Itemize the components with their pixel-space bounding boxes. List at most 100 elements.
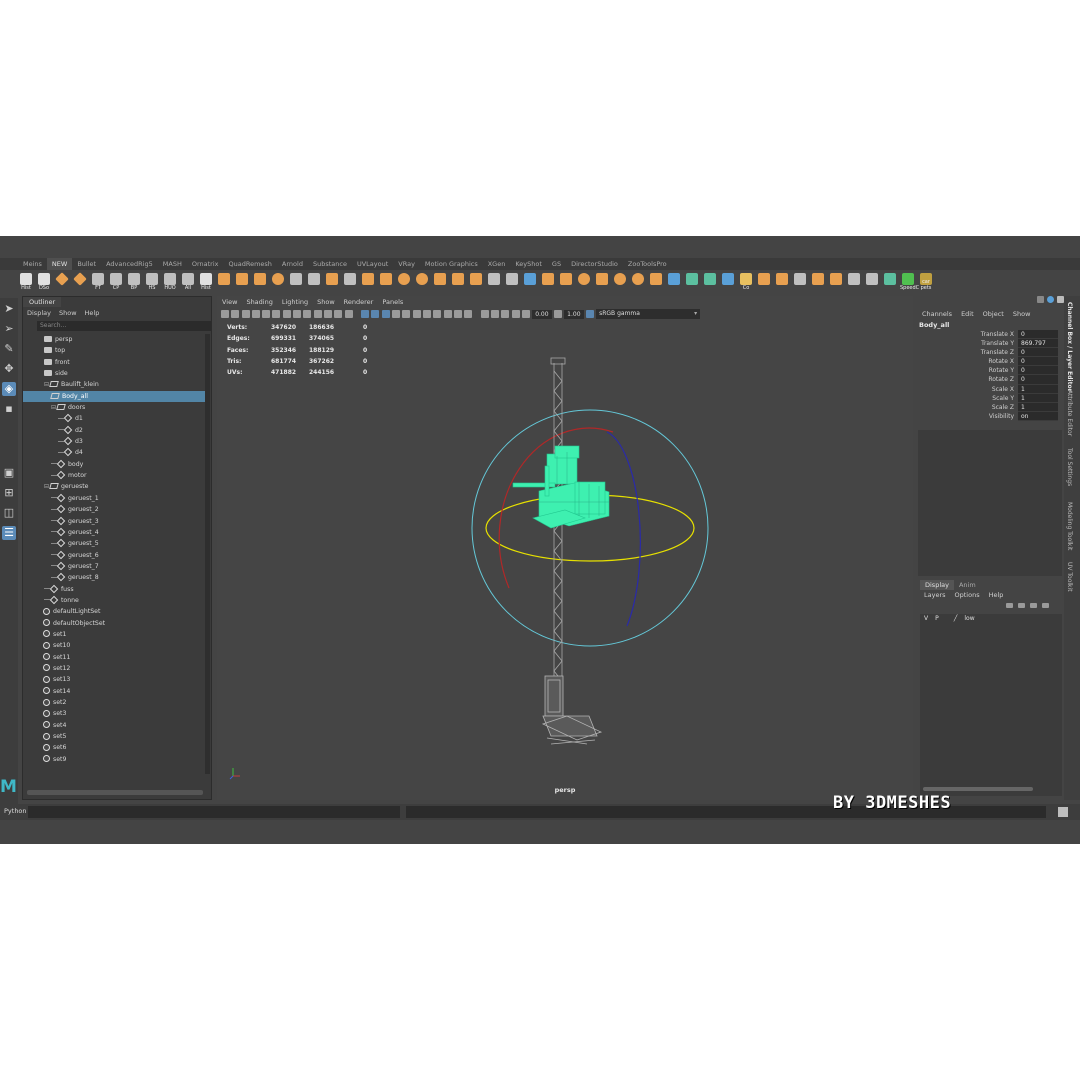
outliner-vertical-scrollbar[interactable] [205,334,210,774]
outliner-item-persp[interactable]: persp [23,334,205,345]
outliner-item-set2[interactable]: set2 [23,697,205,708]
scale-tool-icon[interactable]: ▪ [2,402,16,416]
cube-icon[interactable] [792,272,808,290]
tag-icon[interactable] [846,272,862,290]
shelf-tab-xgen[interactable]: XGen [483,258,511,270]
outliner-item-geruest_1[interactable]: geruest_1 [23,493,205,504]
cube-icon[interactable] [594,272,610,290]
layer-menu-help[interactable]: Help [989,591,1004,599]
shelf-tab-zootoolspro[interactable]: ZooToolsPro [623,258,672,270]
channel-value-field[interactable]: 0 [1018,330,1058,340]
channel-value-field[interactable]: on [1018,411,1058,421]
outliner-item-baulift_klein[interactable]: ⊟ Baulift_klein [23,379,205,390]
outliner-item-set1[interactable]: set1 [23,629,205,640]
cylinder-icon[interactable] [630,272,646,290]
outliner-menu-show[interactable]: Show [59,308,77,319]
layer-name[interactable]: low [964,614,974,624]
new-layer-selected-icon[interactable] [1042,603,1049,608]
bridge-icon[interactable] [360,272,376,290]
shelf-tab-gs[interactable]: GS [547,258,566,270]
co-icon[interactable]: Co [738,272,754,291]
grid-icon[interactable] [288,272,304,290]
layer-list-scrollbar[interactable] [923,787,1033,791]
sphere-icon[interactable] [414,272,430,290]
side-tab-channel-box-layer-editor[interactable]: Channel Box / Layer Editor [1066,302,1073,392]
channel-box-menu-channels[interactable]: Channels [922,310,952,318]
cylinder-icon[interactable] [576,272,592,290]
side-tab-modeling-toolkit[interactable]: Modeling Toolkit [1066,502,1073,550]
cube-icon[interactable] [432,272,448,290]
outliner-menu-display[interactable]: Display [27,308,51,319]
channel-name[interactable]: Rotate X [916,357,1018,366]
outliner-search-input[interactable]: Search... [37,321,211,331]
paint-select-icon[interactable]: ✎ [2,342,16,356]
channel-name[interactable]: Visibility [916,412,1018,421]
side-tab-attribute-editor[interactable]: Attribute Editor [1066,390,1073,436]
outliner-item-set4[interactable]: set4 [23,720,205,731]
grid-icon[interactable] [306,272,322,290]
channel-value-field[interactable]: 0 [1018,375,1058,385]
outliner-item-fuss[interactable]: fuss [23,584,205,595]
bridge-icon[interactable] [378,272,394,290]
python-language-label[interactable]: Python [4,807,27,815]
outliner-item-set14[interactable]: set14 [23,686,205,697]
diamond-icon[interactable] [72,272,88,290]
link-icon[interactable] [864,272,880,290]
sphere-icon[interactable] [270,272,286,290]
channel-value-field[interactable]: 1 [1018,393,1058,403]
plane-icon[interactable] [468,272,484,290]
shelf-tab-keyshot[interactable]: KeyShot [510,258,547,270]
shelf-tab-directorstudio[interactable]: DirectorStudio [566,258,623,270]
outliner-item-side[interactable]: side [23,368,205,379]
outliner-tab[interactable]: Outliner [23,297,62,307]
select-tool-icon[interactable]: ➤ [2,302,16,316]
cube-icon[interactable] [540,272,556,290]
channel-value-field[interactable]: 0 [1018,348,1058,358]
rotate-manipulator-sphere[interactable] [471,409,709,647]
outliner-item-set11[interactable]: set11 [23,652,205,663]
channel-name[interactable]: Rotate Y [916,366,1018,375]
channel-box-menu-object[interactable]: Object [983,310,1004,318]
outliner-item-doors[interactable]: ⊟ doors [23,402,205,413]
lasso-tool-icon[interactable]: ➢ [2,322,16,336]
outliner-item-geruest_4[interactable]: geruest_4 [23,527,205,538]
cube-icon[interactable] [450,272,466,290]
layer-menu-layers[interactable]: Layers [924,591,946,599]
pipe-icon[interactable] [720,272,736,290]
channel-value-field[interactable]: 1 [1018,402,1058,412]
cube-icon[interactable] [810,272,826,290]
cube-icon[interactable] [828,272,844,290]
channel-value-field[interactable]: 0 [1018,357,1058,367]
carpets-icon[interactable]: car pets [918,272,934,291]
huo-icon[interactable]: HUO [162,272,178,291]
shelf-tab-uvlayout[interactable]: UVLayout [352,258,393,270]
cube-icon[interactable] [234,272,250,290]
outliner-item-set5[interactable]: set5 [23,731,205,742]
shelf-tab-ornatrix[interactable]: Ornatrix [187,258,224,270]
outliner-item-d1[interactable]: d1 [23,413,205,424]
single-perspective-layout-icon[interactable]: ▣ [2,466,16,480]
outliner-item-geruest_7[interactable]: geruest_7 [23,561,205,572]
rotate-manipulator-z-ring[interactable] [606,431,641,627]
move-tool-icon[interactable]: ✥ [2,362,16,376]
outliner-layout-icon[interactable]: ☰ [2,526,16,540]
shelf-tab-vray[interactable]: VRay [393,258,420,270]
cube-icon[interactable] [774,272,790,290]
outliner-item-body[interactable]: body [23,459,205,470]
outliner-item-defaultlightset[interactable]: defaultLightSet [23,606,205,617]
uv-icon[interactable] [684,272,700,290]
channel-value-field[interactable]: 869.797 [1018,339,1058,349]
two-view-layout-icon[interactable]: ◫ [2,506,16,520]
shelf-tab-substance[interactable]: Substance [308,258,352,270]
layer-row[interactable]: V P ╱ low [920,614,1062,624]
grid-icon[interactable] [342,272,358,290]
frame-icon[interactable] [882,272,898,290]
cp-icon[interactable]: CP [108,272,124,291]
speedcut-icon[interactable]: SpeedC [900,272,919,291]
command-input[interactable] [28,806,400,818]
tool-settings-icon[interactable] [1047,296,1054,303]
uv-icon[interactable] [702,272,718,290]
new-empty-layer-icon[interactable] [1030,603,1037,608]
channel-value-field[interactable]: 0 [1018,366,1058,376]
layer-color-swatch[interactable]: ╱ [954,614,958,624]
